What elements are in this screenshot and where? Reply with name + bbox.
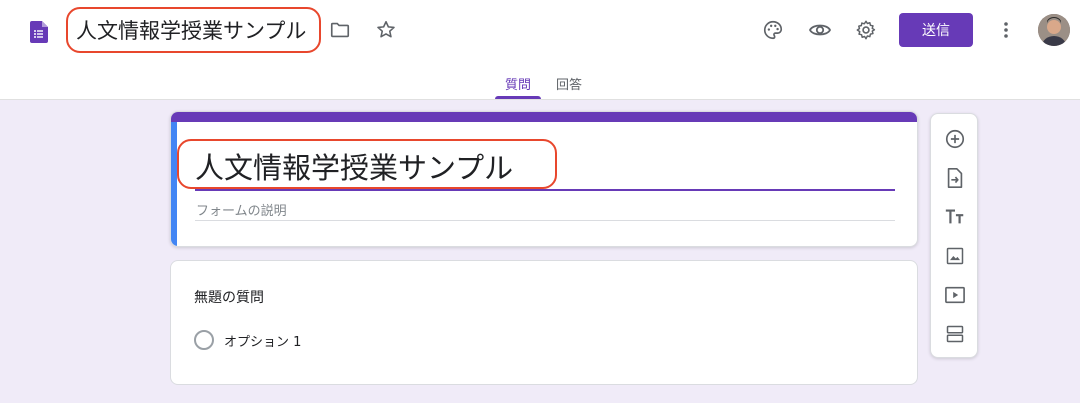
send-button[interactable]: 送信 xyxy=(899,13,973,47)
eye-icon[interactable] xyxy=(808,18,832,42)
gear-icon[interactable] xyxy=(854,18,878,42)
folder-icon[interactable] xyxy=(328,18,352,42)
add-question-icon[interactable] xyxy=(943,127,967,151)
form-title-card: 人文情報学授業サンプル フォームの説明 xyxy=(170,111,918,247)
add-section-icon[interactable] xyxy=(943,322,967,346)
form-description-input[interactable]: フォームの説明 xyxy=(196,200,287,219)
tab-questions[interactable]: 質問 xyxy=(505,74,531,93)
doc-title[interactable]: 人文情報学授業サンプル xyxy=(76,15,306,45)
radio-option-1[interactable] xyxy=(194,330,214,350)
active-tab-indicator xyxy=(495,96,541,99)
avatar[interactable] xyxy=(1038,14,1070,46)
option-label-1[interactable]: オプション 1 xyxy=(224,331,301,350)
question-title[interactable]: 無題の質問 xyxy=(194,287,264,307)
add-image-icon[interactable] xyxy=(943,244,967,268)
focus-bar xyxy=(171,122,177,246)
doc-title-highlight: 人文情報学授業サンプル xyxy=(66,7,321,53)
question-toolbar xyxy=(930,113,978,358)
import-questions-icon[interactable] xyxy=(943,166,967,190)
forms-app-icon[interactable] xyxy=(30,21,48,43)
tab-responses[interactable]: 回答 xyxy=(556,74,582,93)
question-card[interactable]: 無題の質問 オプション 1 xyxy=(170,260,918,385)
add-video-icon[interactable] xyxy=(943,283,967,307)
accent-bar xyxy=(171,112,917,122)
description-underline xyxy=(195,220,895,221)
form-title-highlight: 人文情報学授業サンプル xyxy=(177,139,557,189)
star-icon[interactable] xyxy=(374,18,398,42)
more-vert-icon[interactable] xyxy=(994,18,1018,42)
top-header: 人文情報学授業サンプル 送信 質問 回答 xyxy=(0,0,1080,100)
add-title-icon[interactable] xyxy=(943,205,967,229)
palette-icon[interactable] xyxy=(761,18,785,42)
title-underline xyxy=(195,189,895,191)
form-title-input[interactable]: 人文情報学授業サンプル xyxy=(195,145,513,187)
